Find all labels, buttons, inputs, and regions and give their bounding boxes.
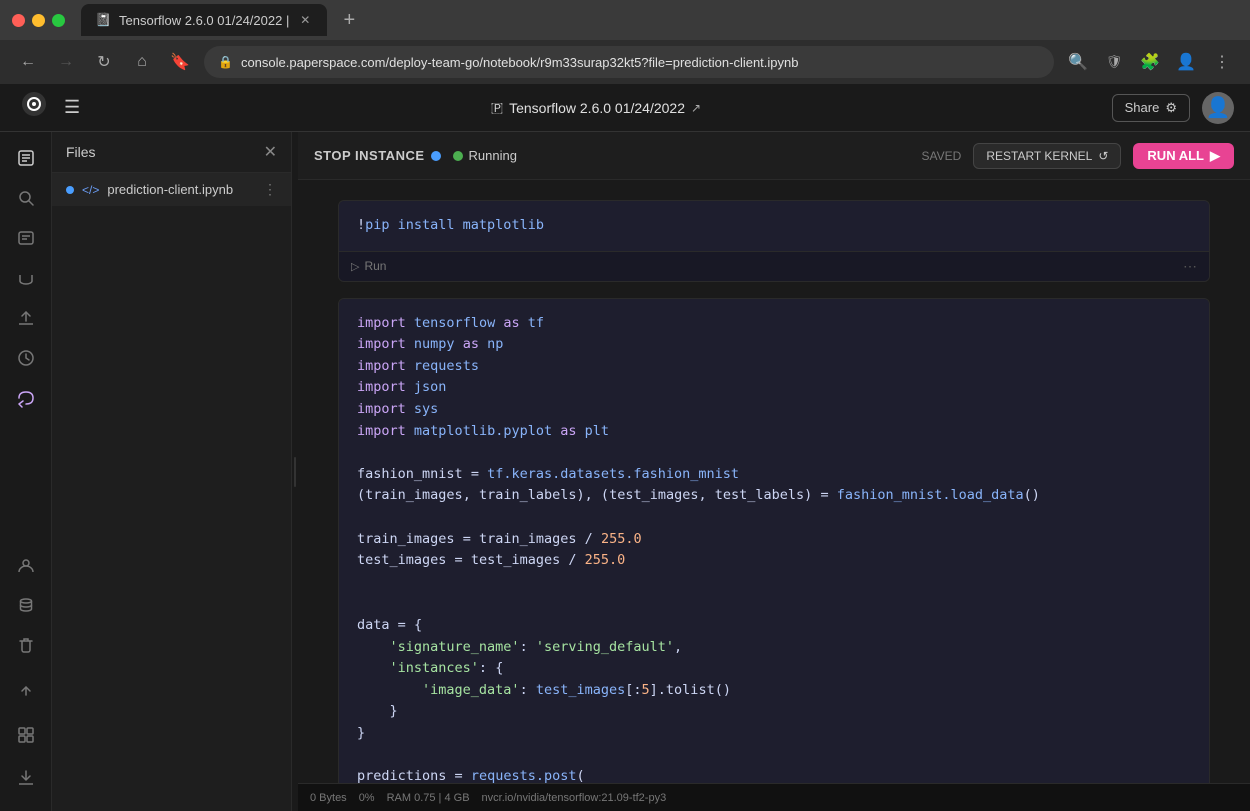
traffic-light-red[interactable] <box>12 14 25 27</box>
file-options-button[interactable]: ⋮ <box>263 181 277 198</box>
sidebar-item-loop[interactable] <box>8 380 44 416</box>
hamburger-menu[interactable]: ☰ <box>64 97 80 118</box>
saved-label: SAVED <box>922 149 962 163</box>
sidebar-item-database[interactable] <box>8 260 44 296</box>
url-text: console.paperspace.com/deploy-team-go/no… <box>241 55 799 70</box>
cell-1-run-button[interactable]: ▷ Run <box>351 259 386 273</box>
stop-instance-button[interactable]: STOP INSTANCE <box>314 148 441 163</box>
run-icon: ▷ <box>351 260 359 273</box>
file-code-icon: </> <box>82 183 99 197</box>
refresh-button[interactable]: ↻ <box>90 48 118 76</box>
sidebar-icons <box>0 132 52 811</box>
files-panel-close[interactable]: ✕ <box>264 142 277 162</box>
sidebar-item-database2[interactable] <box>8 587 44 623</box>
traffic-light-yellow[interactable] <box>32 14 45 27</box>
bytes-status: 0 Bytes <box>310 792 347 804</box>
run-all-icon: ▶ <box>1210 148 1220 164</box>
notebook-title: 🇵 Tensorflow 2.6.0 01/24/2022 ↗ <box>491 99 701 116</box>
ram-status: RAM 0.75 | 4 GB <box>387 792 470 804</box>
new-tab-button[interactable]: + <box>335 6 363 34</box>
cell-1-toolbar: ▷ Run ⋯ <box>339 251 1209 281</box>
tab-favicon: 📓 <box>95 12 111 28</box>
back-button[interactable]: ← <box>14 48 42 76</box>
sidebar-item-history[interactable] <box>8 220 44 256</box>
file-name: prediction-client.ipynb <box>107 182 255 197</box>
restart-kernel-label: RESTART KERNEL <box>986 149 1092 163</box>
sidebar-item-upload2[interactable] <box>8 675 44 711</box>
ssl-lock-icon: 🔒 <box>218 55 233 69</box>
profile-button[interactable]: 👤 <box>1172 48 1200 76</box>
browser-tab[interactable]: 📓 Tensorflow 2.6.0 01/24/2022 | ✕ <box>81 4 327 36</box>
run-all-label: RUN ALL <box>1147 148 1204 163</box>
sidebar-item-upload[interactable] <box>8 300 44 336</box>
sidebar-item-team[interactable] <box>8 547 44 583</box>
address-bar[interactable]: 🔒 console.paperspace.com/deploy-team-go/… <box>204 46 1054 78</box>
run-label: Run <box>364 259 386 273</box>
traffic-light-green[interactable] <box>52 14 65 27</box>
file-item[interactable]: </> prediction-client.ipynb ⋮ <box>52 173 291 206</box>
running-label: Running <box>469 148 517 163</box>
bookmark-button[interactable]: 🔖 <box>166 48 194 76</box>
top-bar: ☰ 🇵 Tensorflow 2.6.0 01/24/2022 ↗ Share … <box>0 84 1250 132</box>
files-panel-title: Files <box>66 144 96 160</box>
cell-1[interactable]: !pip install matplotlib ▷ Run ⋯ <box>338 200 1210 282</box>
sidebar-item-search[interactable] <box>8 180 44 216</box>
search-button[interactable]: 🔍 <box>1064 48 1092 76</box>
percent-status: 0% <box>359 792 375 804</box>
share-label: Share <box>1125 100 1160 115</box>
sidebar-item-layout[interactable] <box>8 717 44 753</box>
running-badge: Running <box>453 148 517 163</box>
forward-button[interactable]: → <box>52 48 80 76</box>
tab-title: Tensorflow 2.6.0 01/24/2022 | <box>119 13 289 28</box>
run-all-button[interactable]: RUN ALL ▶ <box>1133 143 1234 169</box>
running-status-dot <box>453 151 463 161</box>
cell-2-input[interactable]: import tensorflow as tf import numpy as … <box>339 299 1209 783</box>
share-icon: ⚙ <box>1165 100 1177 116</box>
app-logo <box>16 86 52 122</box>
tab-close-button[interactable]: ✕ <box>297 12 313 28</box>
restart-icon: ↺ <box>1098 149 1108 163</box>
sidebar-item-trash[interactable] <box>8 627 44 663</box>
extensions-button[interactable]: 🧩 <box>1136 48 1164 76</box>
cell-1-options[interactable]: ⋯ <box>1183 258 1197 275</box>
restart-kernel-button[interactable]: RESTART KERNEL ↺ <box>973 143 1121 169</box>
files-panel: Files ✕ </> prediction-client.ipynb ⋮ <box>52 132 292 811</box>
sidebar-item-clock[interactable] <box>8 340 44 376</box>
cell-1-input[interactable]: !pip install matplotlib <box>339 201 1209 251</box>
user-avatar[interactable]: 👤 <box>1202 92 1234 124</box>
share-button[interactable]: Share ⚙ <box>1112 94 1190 122</box>
stop-instance-label: STOP INSTANCE <box>314 148 425 163</box>
stop-dot <box>431 151 441 161</box>
container-status: nvcr.io/nvidia/tensorflow:21.09-tf2-py3 <box>482 792 667 804</box>
file-status-dot <box>66 186 74 194</box>
shield-icon[interactable]: 🛡 <box>1100 48 1128 76</box>
sidebar-item-files[interactable] <box>8 140 44 176</box>
notebook-toolbar: STOP INSTANCE Running SAVED RESTART KERN… <box>298 132 1250 180</box>
external-link-icon[interactable]: ↗ <box>691 101 701 115</box>
cell-2[interactable]: import tensorflow as tf import numpy as … <box>338 298 1210 783</box>
notebook-area: STOP INSTANCE Running SAVED RESTART KERN… <box>298 132 1250 811</box>
notebook-content[interactable]: !pip install matplotlib ▷ Run ⋯ import t… <box>298 180 1250 783</box>
status-bar: 0 Bytes 0% RAM 0.75 | 4 GB nvcr.io/nvidi… <box>298 783 1250 811</box>
home-button[interactable]: ⌂ <box>128 48 156 76</box>
menu-button[interactable]: ⋮ <box>1208 48 1236 76</box>
sidebar-item-download[interactable] <box>8 759 44 795</box>
